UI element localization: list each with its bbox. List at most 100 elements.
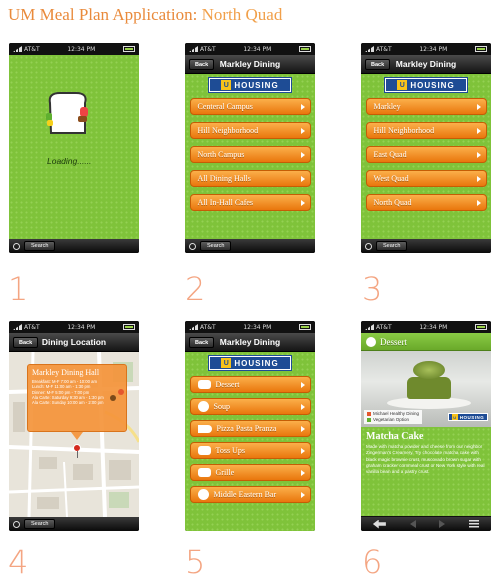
chevron-right-icon	[476, 152, 481, 158]
search-icon[interactable]	[189, 242, 196, 250]
carrier-label: AT&T	[200, 323, 216, 331]
chevron-right-icon	[476, 200, 481, 206]
back-arrow-icon[interactable]	[372, 519, 386, 529]
dining-hall-callout[interactable]: Markley Dining Hall Breakfast: M-F 7:00 …	[27, 364, 127, 432]
back-button[interactable]: Back	[13, 337, 39, 348]
step-number-2: 2	[185, 270, 206, 308]
nav-bar: Back Dining Location	[9, 333, 139, 352]
menu-icon[interactable]	[469, 520, 480, 528]
menu-item-markley[interactable]: Markley	[365, 98, 487, 115]
nav-title: Dining Location	[41, 337, 107, 347]
tab-bar: Search	[185, 239, 315, 253]
menu-item-label: Pizza Pasta Pranza	[216, 424, 277, 433]
menu-item-label: All In-Hall Cafes	[197, 198, 254, 207]
next-icon[interactable]	[439, 520, 446, 528]
menu-item-middle-eastern-bar[interactable]: Middle Eastern Bar	[189, 486, 311, 503]
food-title: Matcha Cake	[366, 431, 424, 442]
menu-item-label: Toss Ups	[215, 446, 245, 455]
status-bar: AT&T 12:34 PM	[9, 43, 139, 55]
nav-title: Markley Dining	[219, 59, 281, 69]
sandwich-logo-icon	[46, 92, 88, 134]
map-pin-stem	[76, 451, 78, 458]
back-button[interactable]: Back	[365, 59, 391, 70]
menu-item-toss-ups[interactable]: Toss Ups	[189, 442, 311, 459]
status-bar: AT&T 12:34 PM	[185, 43, 315, 55]
menu-item-north-quad[interactable]: North Quad	[365, 194, 487, 211]
back-button[interactable]: Back	[189, 337, 215, 348]
dietary-legend: Michael Healthy Dining Vegetarian Option	[364, 410, 423, 424]
grill-icon	[197, 468, 211, 477]
menu-item-soup[interactable]: Soup	[189, 398, 311, 415]
nav-bar: Back Markley Dining	[361, 55, 491, 74]
menu-item-pizza-pasta-pranza[interactable]: Pizza Pasta Pranza	[189, 420, 311, 437]
search-button[interactable]: Search	[200, 241, 232, 251]
menu-item-label: Middle Eastern Bar	[213, 490, 277, 499]
menu-item-dessert[interactable]: Dessert	[189, 376, 311, 393]
signal-icon	[365, 324, 374, 330]
browser-toolbar	[361, 517, 491, 531]
menu-item-label: East Quad	[373, 150, 407, 159]
housing-logo-text: HOUSING	[459, 414, 485, 420]
dessert-icon	[366, 336, 376, 347]
callout-pointer	[71, 432, 83, 440]
campus-map[interactable]: Markley Dining Hall Breakfast: M-F 7:00 …	[9, 352, 139, 517]
housing-logo: U HOUSING	[209, 356, 291, 370]
menu-item-label: Markley	[373, 102, 401, 111]
search-icon[interactable]	[365, 242, 372, 250]
housing-logo: U HOUSING	[385, 78, 467, 92]
menu-item-north-campus[interactable]: North Campus	[189, 146, 311, 163]
search-icon[interactable]	[13, 242, 20, 250]
chevron-right-icon	[300, 152, 305, 158]
nav-title: Markley Dining	[395, 59, 457, 69]
pizza-icon	[197, 424, 212, 433]
chevron-right-icon	[300, 176, 305, 182]
housing-logo-u: U	[451, 414, 458, 420]
tree-icon	[110, 395, 116, 401]
cake-shape	[407, 377, 451, 399]
phone-screen-2: AT&T 12:34 PM Back Markley Dining U HOUS…	[185, 43, 315, 253]
menu-item-central-campus[interactable]: Centeral Campus	[189, 98, 311, 115]
menu-item-hill-neighborhood[interactable]: Hill Neighborhood	[189, 122, 311, 139]
status-bar: AT&T 12:34 PM	[361, 321, 491, 333]
step-number-3: 3	[362, 270, 383, 308]
menu-item-east-quad[interactable]: East Quad	[365, 146, 487, 163]
signal-icon	[189, 46, 198, 52]
search-button[interactable]: Search	[376, 241, 408, 251]
vegetarian-icon	[367, 417, 371, 422]
menu-item-label: West Quad	[373, 174, 409, 183]
dessert-icon	[197, 380, 211, 389]
menu-item-all-in-hall-cafes[interactable]: All In-Hall Cafes	[189, 194, 311, 211]
carrier-label: AT&T	[376, 323, 392, 331]
search-button[interactable]: Search	[24, 241, 56, 251]
page-title-main: UM Meal Plan Application:	[8, 5, 198, 24]
battery-icon	[475, 324, 487, 330]
carrier-label: AT&T	[376, 45, 392, 53]
battery-icon	[123, 324, 135, 330]
signal-icon	[365, 46, 374, 52]
previous-icon[interactable]	[409, 520, 416, 528]
food-detail-screen: Dessert Michael Healthy Dining Vegetaria…	[361, 333, 491, 517]
chevron-right-icon	[476, 104, 481, 110]
tab-bar: Search	[9, 239, 139, 253]
back-button[interactable]: Back	[189, 59, 215, 70]
menu-item-all-dining-halls[interactable]: All Dining Halls	[189, 170, 311, 187]
search-icon[interactable]	[13, 520, 20, 528]
bowl-icon	[197, 489, 209, 500]
chevron-right-icon	[300, 470, 305, 476]
menu-item-grille[interactable]: Grille	[189, 464, 311, 481]
menu-item-hill-neighborhood[interactable]: Hill Neighborhood	[365, 122, 487, 139]
menu-item-label: North Quad	[373, 198, 412, 207]
food-photo: Michael Healthy Dining Vegetarian Option…	[361, 351, 491, 427]
housing-logo-u: U	[397, 80, 408, 90]
chevron-right-icon	[300, 404, 305, 410]
clock: 12:34 PM	[67, 45, 96, 53]
page-title-sub: North Quad	[201, 5, 283, 24]
search-button[interactable]: Search	[24, 519, 56, 529]
soup-icon	[197, 401, 209, 412]
healthy-dining-icon	[367, 411, 371, 416]
housing-logo: U HOUSING	[209, 78, 291, 92]
chevron-right-icon	[476, 128, 481, 134]
menu-item-west-quad[interactable]: West Quad	[365, 170, 487, 187]
chevron-right-icon	[300, 492, 305, 498]
menu-item-label: All Dining Halls	[197, 174, 251, 183]
